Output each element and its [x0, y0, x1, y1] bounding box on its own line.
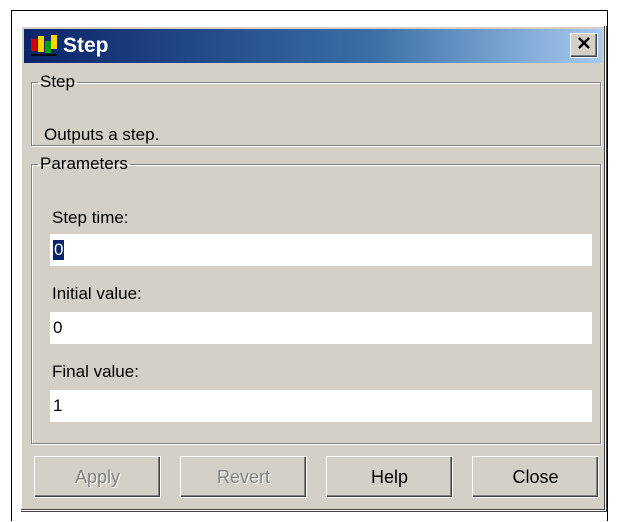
close-icon — [577, 36, 591, 55]
close-window-button[interactable] — [570, 33, 598, 58]
initial-value-field[interactable]: 0 — [50, 312, 592, 344]
initial-value-value: 0 — [53, 318, 63, 337]
final-value-label: Final value: — [52, 362, 139, 381]
final-value-value: 1 — [53, 396, 63, 415]
simulink-block-icon — [29, 33, 59, 59]
apply-button[interactable]: Apply — [34, 456, 161, 498]
step-dialog: Step Step Outputs a step. Parameters Ste… — [20, 25, 606, 511]
step-groupbox: Step Outputs a step. — [31, 72, 601, 146]
step-time-label: Step time: — [52, 208, 129, 227]
step-time-field[interactable]: 0 — [50, 234, 592, 266]
final-value-field[interactable]: 1 — [50, 390, 592, 422]
window-title: Step — [63, 34, 109, 57]
step-group-legend: Step — [40, 72, 75, 91]
parameters-group-legend: Parameters — [40, 154, 128, 173]
title-bar[interactable]: Step — [24, 29, 602, 63]
parameters-groupbox: Parameters Step time: 0 Initial value: 0… — [31, 154, 601, 444]
initial-value-label: Initial value: — [52, 284, 142, 303]
revert-button[interactable]: Revert — [180, 456, 307, 498]
block-description: Outputs a step. — [44, 125, 160, 144]
close-button[interactable]: Close — [472, 456, 599, 498]
help-button[interactable]: Help — [326, 456, 453, 498]
step-time-value: 0 — [53, 240, 65, 260]
